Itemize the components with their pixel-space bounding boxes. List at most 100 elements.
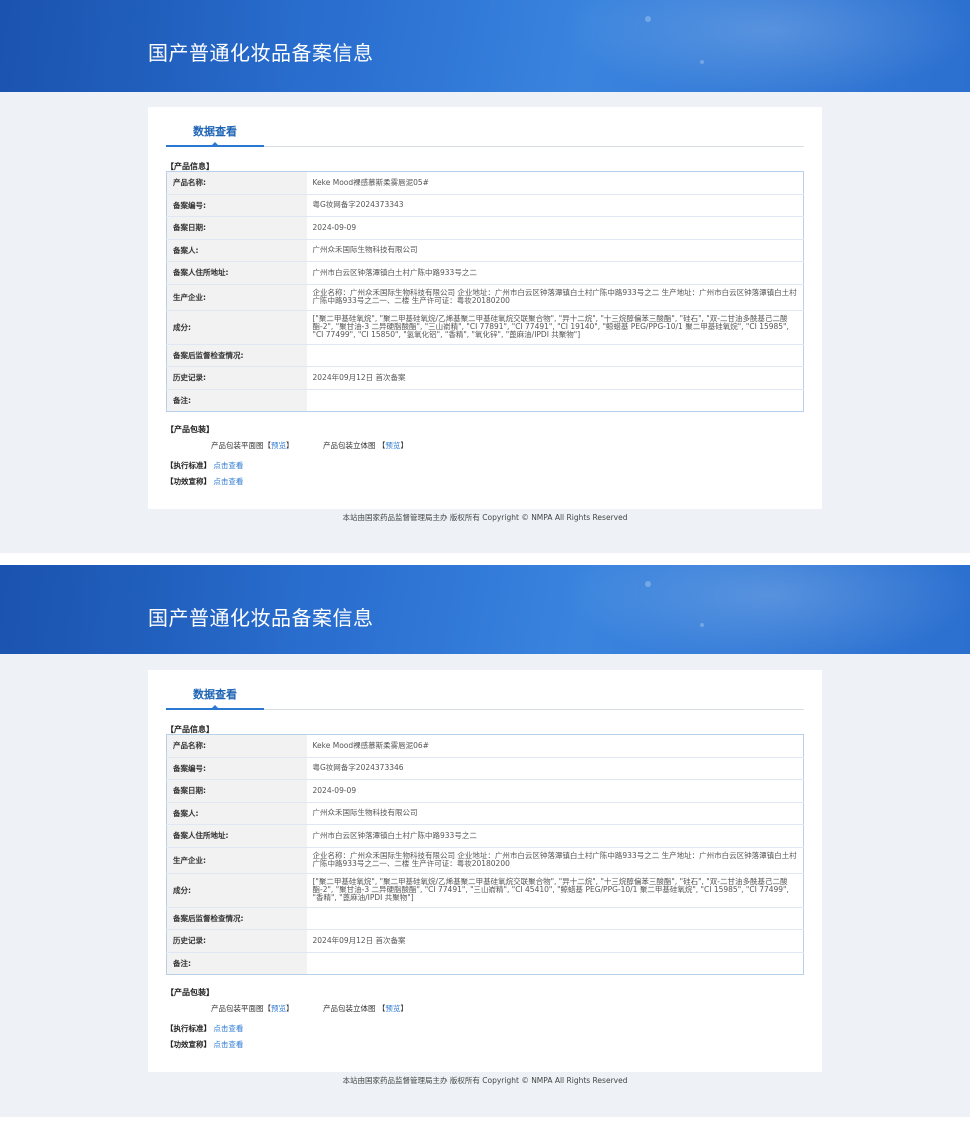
efficacy-row: 【功效宣称】 点击查看 xyxy=(166,1039,243,1050)
efficacy-label: 【功效宣称】 xyxy=(166,477,211,486)
field-label: 历史记录: xyxy=(166,366,307,390)
field-label: 产品名称: xyxy=(166,171,307,195)
pack-flat-row: 产品包装平面图【预览】 xyxy=(211,441,294,450)
field-label: 备案后监督检查情况: xyxy=(166,907,307,930)
inspection-value xyxy=(306,907,804,930)
section-product-packaging: 【产品包装】 xyxy=(166,425,214,434)
pack-3d-label: 产品包装立体图 xyxy=(323,1004,376,1013)
applicant-address-value: 广州市白云区钟落潭镇白土村广陈中路933号之二 xyxy=(306,824,804,848)
record-no-value: 粤G妆网备字2024373346 xyxy=(306,757,804,780)
table-row: 备注: xyxy=(166,389,804,412)
table-row: 备案日期: 2024-09-09 xyxy=(166,779,804,803)
table-row: 备案日期: 2024-09-09 xyxy=(166,216,804,240)
content-card: 数据查看 【产品信息】 产品名称: Keke Mood裸感慕斯柔雾唇泥06# 备案… xyxy=(148,670,822,1072)
table-row: 生产企业: 企业名称：广州众禾国际生物科技有限公司 企业地址：广州市白云区钟落潭镇… xyxy=(166,847,804,874)
table-row: 备案人: 广州众禾国际生物科技有限公司 xyxy=(166,802,804,825)
preview-link[interactable]: 预览 xyxy=(271,441,286,450)
table-row: 产品名称: Keke Mood裸感慕斯柔雾唇泥05# xyxy=(166,171,804,195)
pack-3d-row: 产品包装立体图 【预览】 xyxy=(323,441,408,450)
pack-flat-row: 产品包装平面图【预览】 xyxy=(211,1004,294,1013)
pack-flat-label: 产品包装平面图 xyxy=(211,441,264,450)
tab-label: 数据查看 xyxy=(193,125,237,138)
ingredients-value: ["聚二甲基硅氧烷", "聚二甲基硅氧烷/乙烯基聚二甲基硅氧烷交联聚合物", "… xyxy=(306,873,804,908)
field-label: 备案日期: xyxy=(166,216,307,240)
table-row: 生产企业: 企业名称：广州众禾国际生物科技有限公司 企业地址：广州市白云区钟落潭镇… xyxy=(166,284,804,311)
field-label: 历史记录: xyxy=(166,929,307,953)
record-date-value: 2024-09-09 xyxy=(306,779,804,803)
tab-caret-icon xyxy=(211,142,219,146)
exec-standard-row: 【执行标准】 点击查看 xyxy=(166,1023,243,1034)
field-label: 备案后监督检查情况: xyxy=(166,344,307,367)
tab-data-view[interactable]: 数据查看 xyxy=(166,670,264,710)
product-name-value: Keke Mood裸感慕斯柔雾唇泥05# xyxy=(306,171,804,195)
table-row: 历史记录: 2024年09月12日 首次备案 xyxy=(166,366,804,390)
table-row: 成分: ["聚二甲基硅氧烷", "聚二甲基硅氧烷/乙烯基聚二甲基硅氧烷交联聚合物"… xyxy=(166,310,804,345)
tab-bar: 数据查看 xyxy=(166,670,804,710)
exec-standard-link[interactable]: 点击查看 xyxy=(213,1024,243,1033)
section-product-packaging: 【产品包装】 xyxy=(166,988,214,997)
exec-standard-link[interactable]: 点击查看 xyxy=(213,461,243,470)
pack-flat-label: 产品包装平面图 xyxy=(211,1004,264,1013)
efficacy-link[interactable]: 点击查看 xyxy=(213,1040,243,1049)
preview-link[interactable]: 预览 xyxy=(385,1004,400,1013)
content-card: 数据查看 【产品信息】 产品名称: Keke Mood裸感慕斯柔雾唇泥05# 备案… xyxy=(148,107,822,509)
efficacy-label: 【功效宣称】 xyxy=(166,1040,211,1049)
field-label: 备案人: xyxy=(166,802,307,825)
remarks-value xyxy=(307,952,804,975)
field-label: 备注: xyxy=(166,389,307,412)
table-row: 备案人住所地址: 广州市白云区钟落潭镇白土村广陈中路933号之二 xyxy=(166,824,804,848)
field-label: 备案人住所地址: xyxy=(166,261,307,285)
record-panel: 国产普通化妆品备案信息 数据查看 【产品信息】 产品名称: Keke Mood裸感… xyxy=(0,565,970,1117)
exec-standard-label: 【执行标准】 xyxy=(166,1024,211,1033)
manufacturer-value: 企业名称：广州众禾国际生物科技有限公司 企业地址：广州市白云区钟落潭镇白土村广陈… xyxy=(306,284,804,311)
pack-3d-row: 产品包装立体图 【预览】 xyxy=(323,1004,408,1013)
efficacy-link[interactable]: 点击查看 xyxy=(213,477,243,486)
history-value: 2024年09月12日 首次备案 xyxy=(306,366,804,390)
tab-label: 数据查看 xyxy=(193,688,237,701)
history-value: 2024年09月12日 首次备案 xyxy=(306,929,804,953)
exec-standard-row: 【执行标准】 点击查看 xyxy=(166,460,243,471)
field-label: 备案编号: xyxy=(166,757,307,780)
field-label: 生产企业: xyxy=(166,847,307,874)
tab-data-view[interactable]: 数据查看 xyxy=(166,107,264,147)
table-row: 备案编号: 粤G妆网备字2024373343 xyxy=(166,194,804,217)
inspection-value xyxy=(306,344,804,367)
table-row: 历史记录: 2024年09月12日 首次备案 xyxy=(166,929,804,953)
field-label: 备案人住所地址: xyxy=(166,824,307,848)
pack-3d-label: 产品包装立体图 xyxy=(323,441,376,450)
preview-link[interactable]: 预览 xyxy=(385,441,400,450)
field-label: 生产企业: xyxy=(166,284,307,311)
exec-standard-label: 【执行标准】 xyxy=(166,461,211,470)
record-panel: 国产普通化妆品备案信息 数据查看 【产品信息】 产品名称: Keke Mood裸感… xyxy=(0,0,970,553)
ingredients-value: ["聚二甲基硅氧烷", "聚二甲基硅氧烷/乙烯基聚二甲基硅氧烷交联聚合物", "… xyxy=(306,310,804,345)
applicant-address-value: 广州市白云区钟落潭镇白土村广陈中路933号之二 xyxy=(306,261,804,285)
applicant-value: 广州众禾国际生物科技有限公司 xyxy=(306,239,804,262)
field-label: 备案编号: xyxy=(166,194,307,217)
product-info-table: 产品名称: Keke Mood裸感慕斯柔雾唇泥05# 备案编号: 粤G妆网备字202… xyxy=(166,171,804,412)
record-date-value: 2024-09-09 xyxy=(306,216,804,240)
remarks-value xyxy=(307,389,804,412)
applicant-value: 广州众禾国际生物科技有限公司 xyxy=(306,802,804,825)
tab-bar: 数据查看 xyxy=(166,107,804,147)
table-row: 成分: ["聚二甲基硅氧烷", "聚二甲基硅氧烷/乙烯基聚二甲基硅氧烷交联聚合物"… xyxy=(166,873,804,908)
footer-copyright: 本站由国家药品监督管理局主办 版权所有 Copyright © NMPA All… xyxy=(342,513,628,522)
header-banner: 国产普通化妆品备案信息 xyxy=(0,0,970,92)
field-label: 产品名称: xyxy=(166,734,307,758)
table-row: 备案后监督检查情况: xyxy=(166,344,804,367)
footer-copyright: 本站由国家药品监督管理局主办 版权所有 Copyright © NMPA All… xyxy=(342,1076,628,1085)
table-row: 备案后监督检查情况: xyxy=(166,907,804,930)
header-banner: 国产普通化妆品备案信息 xyxy=(0,565,970,654)
record-no-value: 粤G妆网备字2024373343 xyxy=(306,194,804,217)
manufacturer-value: 企业名称：广州众禾国际生物科技有限公司 企业地址：广州市白云区钟落潭镇白土村广陈… xyxy=(306,847,804,874)
field-label: 成分: xyxy=(166,310,307,345)
efficacy-row: 【功效宣称】 点击查看 xyxy=(166,476,243,487)
field-label: 备案日期: xyxy=(166,779,307,803)
product-name-value: Keke Mood裸感慕斯柔雾唇泥06# xyxy=(306,734,804,758)
field-label: 成分: xyxy=(166,873,307,908)
table-row: 备案人: 广州众禾国际生物科技有限公司 xyxy=(166,239,804,262)
field-label: 备案人: xyxy=(166,239,307,262)
page-title: 国产普通化妆品备案信息 xyxy=(148,41,374,65)
field-label: 备注: xyxy=(166,952,307,975)
tab-caret-icon xyxy=(211,705,219,709)
preview-link[interactable]: 预览 xyxy=(271,1004,286,1013)
